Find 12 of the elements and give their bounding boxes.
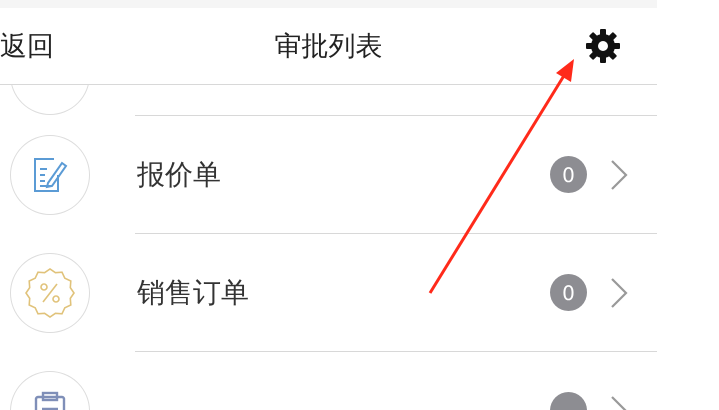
item-label: 销售订单 [137, 274, 250, 310]
item-label: 报价单 [137, 156, 222, 192]
percent-badge-icon [24, 266, 76, 318]
count-badge: 0 [550, 156, 587, 193]
list-item[interactable]: 报价单 0 [0, 116, 657, 233]
back-button[interactable]: 返回 [0, 28, 54, 64]
list-item[interactable]: 销售订单 0 [0, 234, 657, 351]
page-title: 审批列表 [274, 30, 382, 64]
settings-icon[interactable] [585, 28, 621, 64]
chevron-icon [609, 158, 629, 192]
count-badge: 0 [550, 274, 587, 311]
chevron-icon [609, 276, 629, 310]
